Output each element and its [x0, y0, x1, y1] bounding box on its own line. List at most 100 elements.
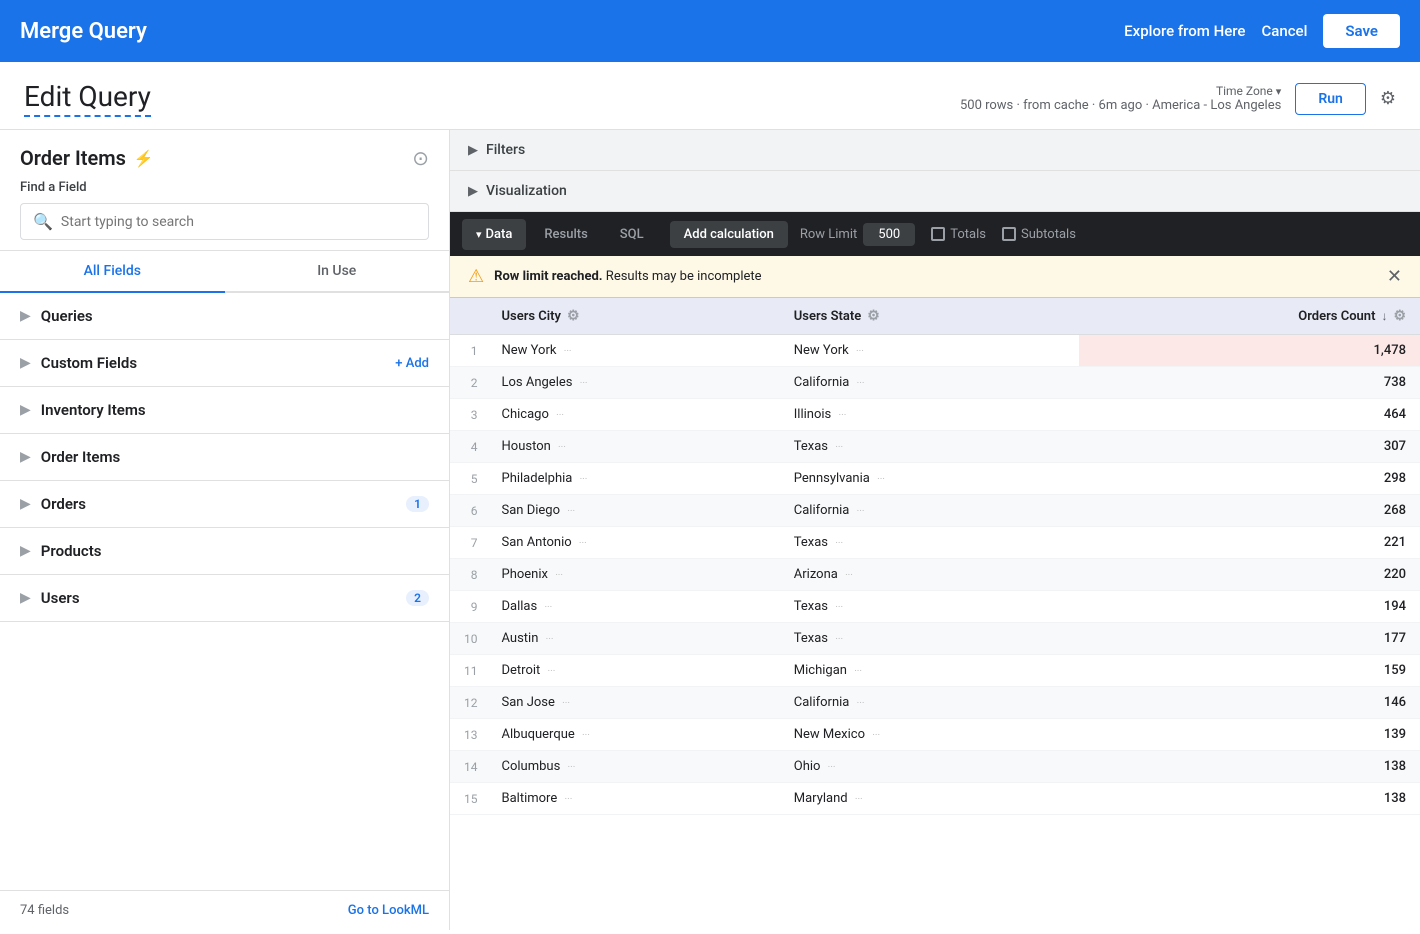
cell-menu-dots[interactable]: ···	[835, 442, 843, 453]
cell-menu-dots[interactable]: ···	[855, 794, 863, 805]
chevron-right-icon: ▶	[20, 543, 31, 559]
visualization-section[interactable]: ▶ Visualization	[450, 171, 1420, 212]
cell-menu-dots[interactable]: ···	[857, 378, 865, 389]
tab-in-use[interactable]: In Use	[225, 251, 450, 293]
warning-text: Row limit reached. Results may be incomp…	[494, 269, 761, 284]
col-users-city: Users City ⚙	[488, 298, 780, 335]
field-group-inventory-items[interactable]: ▶ Inventory Items	[0, 387, 449, 433]
cell-state: Texas ···	[780, 431, 1079, 463]
add-custom-field-button[interactable]: + Add	[395, 356, 429, 371]
collapse-sidebar-button[interactable]: ⊙	[412, 146, 429, 170]
timezone-label[interactable]: Time Zone ▾	[1216, 84, 1281, 98]
table-row: 13Albuquerque ···New Mexico ···139	[450, 719, 1420, 751]
run-button[interactable]: Run	[1295, 83, 1366, 115]
col-settings-icon[interactable]: ⚙	[867, 308, 880, 324]
field-group: ▶ Inventory Items	[0, 387, 449, 434]
cell-state: Michigan ···	[780, 655, 1079, 687]
fields-count: 74 fields	[20, 903, 69, 918]
field-group-custom-fields[interactable]: ▶ Custom Fields + Add	[0, 340, 449, 386]
add-calculation-button[interactable]: Add calculation	[670, 221, 788, 248]
warning-close-button[interactable]: ✕	[1387, 266, 1402, 287]
cell-menu-dots[interactable]: ···	[548, 666, 556, 677]
search-input[interactable]	[61, 214, 416, 230]
field-group-order-items[interactable]: ▶ Order Items	[0, 434, 449, 480]
cell-menu-dots[interactable]: ···	[555, 570, 563, 581]
cell-menu-dots[interactable]: ···	[877, 474, 885, 485]
cell-menu-dots[interactable]: ···	[558, 442, 566, 453]
row-number: 12	[450, 687, 488, 719]
sidebar-title: Order Items ⚡	[20, 146, 154, 170]
cell-state: Texas ···	[780, 527, 1079, 559]
cell-count: 177	[1079, 623, 1420, 655]
chevron-right-icon: ▶	[20, 496, 31, 512]
tab-results[interactable]: Results	[530, 219, 601, 250]
cell-menu-dots[interactable]: ···	[582, 730, 590, 741]
filters-section[interactable]: ▶ Filters	[450, 130, 1420, 171]
warning-banner: ⚠ Row limit reached. Results may be inco…	[450, 256, 1420, 298]
cell-menu-dots[interactable]: ···	[845, 570, 853, 581]
table-row: 6San Diego ···California ···268	[450, 495, 1420, 527]
settings-button[interactable]: ⚙	[1380, 88, 1396, 109]
subtotals-checkbox[interactable]	[1002, 227, 1016, 241]
col-settings-icon[interactable]: ⚙	[567, 308, 580, 324]
cell-menu-dots[interactable]: ···	[544, 602, 552, 613]
cell-menu-dots[interactable]: ···	[835, 538, 843, 549]
cell-state: Maryland ···	[780, 783, 1079, 815]
cell-menu-dots[interactable]: ···	[579, 538, 587, 549]
row-number: 3	[450, 399, 488, 431]
tab-data[interactable]: ▾ Data	[462, 219, 526, 250]
cell-count: 159	[1079, 655, 1420, 687]
cell-menu-dots[interactable]: ···	[838, 410, 846, 421]
cell-menu-dots[interactable]: ···	[835, 634, 843, 645]
cell-menu-dots[interactable]: ···	[872, 730, 880, 741]
cell-count: 138	[1079, 783, 1420, 815]
cell-menu-dots[interactable]: ···	[580, 378, 588, 389]
cell-city: Albuquerque ···	[488, 719, 780, 751]
field-group-users[interactable]: ▶ Users 2	[0, 575, 449, 621]
col-settings-icon[interactable]: ⚙	[1393, 308, 1406, 324]
cell-menu-dots[interactable]: ···	[567, 506, 575, 517]
table-body: 1New York ···New York ···1,4782Los Angel…	[450, 335, 1420, 815]
cell-menu-dots[interactable]: ···	[580, 474, 588, 485]
totals-checkbox[interactable]	[931, 227, 945, 241]
cell-menu-dots[interactable]: ···	[564, 346, 572, 357]
field-group: ▶ Custom Fields + Add	[0, 340, 449, 387]
field-group: ▶ Queries	[0, 293, 449, 340]
cell-menu-dots[interactable]: ···	[546, 634, 554, 645]
cell-city: Baltimore ···	[488, 783, 780, 815]
field-group-products[interactable]: ▶ Products	[0, 528, 449, 574]
go-to-lookml-link[interactable]: Go to LookML	[348, 903, 429, 918]
row-limit-input[interactable]	[863, 223, 915, 246]
cell-menu-dots[interactable]: ···	[556, 410, 564, 421]
tab-all-fields[interactable]: All Fields	[0, 251, 225, 293]
save-button[interactable]: Save	[1323, 14, 1400, 48]
data-toolbar: ▾ Data Results SQL Add calculation Row L…	[450, 212, 1420, 256]
cell-city: Detroit ···	[488, 655, 780, 687]
cell-menu-dots[interactable]: ···	[568, 762, 576, 773]
cell-menu-dots[interactable]: ···	[857, 698, 865, 709]
cell-menu-dots[interactable]: ···	[562, 698, 570, 709]
cell-menu-dots[interactable]: ···	[828, 762, 836, 773]
cell-menu-dots[interactable]: ···	[856, 346, 864, 357]
cell-menu-dots[interactable]: ···	[854, 666, 862, 677]
chevron-right-icon: ▶	[20, 590, 31, 606]
subtotals-group: Subtotals	[1002, 227, 1076, 242]
tab-sql[interactable]: SQL	[606, 219, 658, 250]
cancel-button[interactable]: Cancel	[1261, 22, 1307, 40]
cell-menu-dots[interactable]: ···	[835, 602, 843, 613]
row-number: 7	[450, 527, 488, 559]
header: Merge Query Explore from Here Cancel Sav…	[0, 0, 1420, 62]
field-group-queries[interactable]: ▶ Queries	[0, 293, 449, 339]
cell-menu-dots[interactable]: ···	[564, 794, 572, 805]
row-limit-label: Row Limit	[800, 227, 857, 242]
cell-city: Dallas ···	[488, 591, 780, 623]
field-groups: ▶ Queries ▶ Custom Fields + Add	[0, 293, 449, 890]
cell-menu-dots[interactable]: ···	[857, 506, 865, 517]
cell-state: California ···	[780, 367, 1079, 399]
col-users-state: Users State ⚙	[780, 298, 1079, 335]
explore-from-here-button[interactable]: Explore from Here	[1124, 22, 1245, 40]
cell-state: New Mexico ···	[780, 719, 1079, 751]
cell-count: 738	[1079, 367, 1420, 399]
chevron-down-icon: ▾	[1276, 85, 1282, 98]
field-group-orders[interactable]: ▶ Orders 1	[0, 481, 449, 527]
